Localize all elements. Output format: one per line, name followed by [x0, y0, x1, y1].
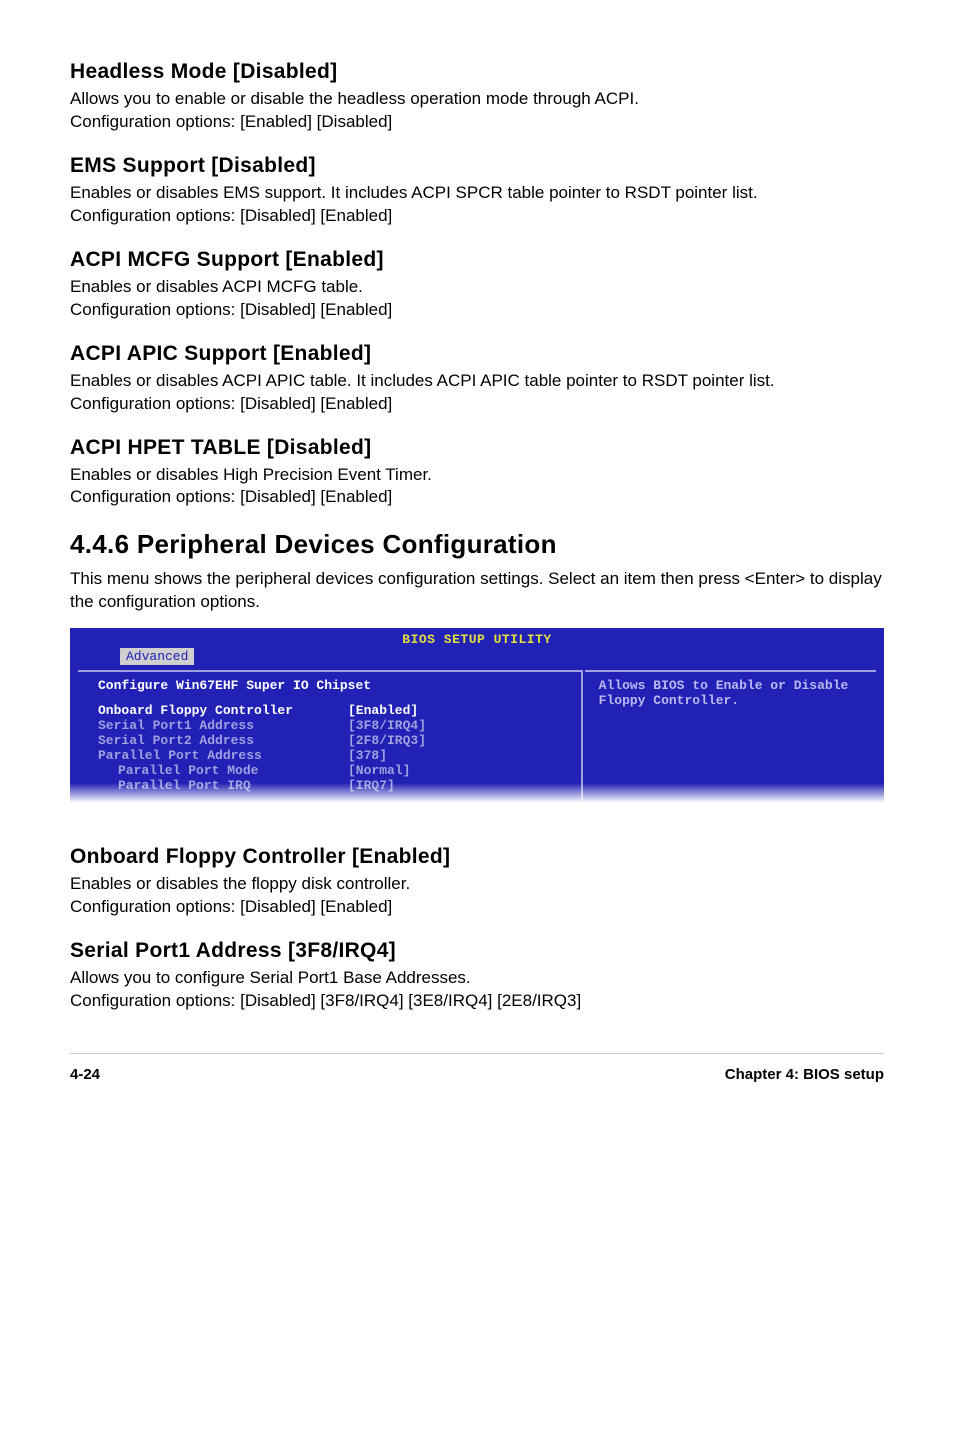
- major-body: This menu shows the peripheral devices c…: [70, 568, 884, 614]
- bios-setting-value: [378]: [348, 748, 387, 763]
- body-line: Configuration options: [Disabled] [Enabl…: [70, 394, 392, 413]
- bios-setting-label: Parallel Port IRQ: [98, 778, 348, 793]
- body-serial1: Allows you to configure Serial Port1 Bas…: [70, 967, 884, 1013]
- bios-setting-label: Parallel Port Address: [98, 748, 348, 763]
- bios-setting-value: [Enabled]: [348, 703, 418, 718]
- heading-mcfg: ACPI MCFG Support [Enabled]: [70, 248, 884, 272]
- section-serial1: Serial Port1 Address [3F8/IRQ4] Allows y…: [70, 939, 884, 1013]
- heading-hpet: ACPI HPET TABLE [Disabled]: [70, 436, 884, 460]
- bios-setting-label: Parallel Port Mode: [98, 763, 348, 778]
- body-line: Enables or disables ACPI MCFG table.: [70, 277, 363, 296]
- bios-tab-row: Advanced: [70, 649, 884, 664]
- major-heading: 4.4.6 Peripheral Devices Configuration: [70, 529, 884, 560]
- bios-setting-label: Serial Port1 Address: [98, 718, 348, 733]
- bios-left-pane: Configure Win67EHF Super IO Chipset Onbo…: [78, 670, 583, 803]
- bios-setting-row[interactable]: Parallel Port Mode[Normal]: [98, 763, 571, 778]
- bios-setting-label: Serial Port2 Address: [98, 733, 348, 748]
- body-line: Configuration options: [Disabled] [Enabl…: [70, 897, 392, 916]
- bios-setting-row[interactable]: Serial Port1 Address[3F8/IRQ4]: [98, 718, 571, 733]
- bios-setting-row[interactable]: Serial Port2 Address[2F8/IRQ3]: [98, 733, 571, 748]
- body-ems: Enables or disables EMS support. It incl…: [70, 182, 884, 228]
- bios-setting-row[interactable]: Parallel Port IRQ[IRQ7]: [98, 778, 571, 793]
- body-line: Enables or disables EMS support. It incl…: [70, 183, 758, 202]
- bios-setting-label: Onboard Floppy Controller: [98, 703, 348, 718]
- section-mcfg: ACPI MCFG Support [Enabled] Enables or d…: [70, 248, 884, 322]
- bios-config-title: Configure Win67EHF Super IO Chipset: [98, 678, 571, 693]
- section-apic: ACPI APIC Support [Enabled] Enables or d…: [70, 342, 884, 416]
- body-headless: Allows you to enable or disable the head…: [70, 88, 884, 134]
- section-hpet: ACPI HPET TABLE [Disabled] Enables or di…: [70, 436, 884, 510]
- body-line: Allows you to configure Serial Port1 Bas…: [70, 968, 471, 987]
- heading-serial1: Serial Port1 Address [3F8/IRQ4]: [70, 939, 884, 963]
- bios-setting-row[interactable]: Parallel Port Address[378]: [98, 748, 571, 763]
- body-hpet: Enables or disables High Precision Event…: [70, 464, 884, 510]
- body-line: Enables or disables ACPI APIC table. It …: [70, 371, 775, 390]
- body-line: Allows you to enable or disable the head…: [70, 89, 639, 108]
- heading-ems: EMS Support [Disabled]: [70, 154, 884, 178]
- footer-chapter: Chapter 4: BIOS setup: [725, 1066, 884, 1083]
- bios-content: Configure Win67EHF Super IO Chipset Onbo…: [70, 664, 884, 805]
- page-footer: 4-24 Chapter 4: BIOS setup: [70, 1053, 884, 1083]
- body-line: Configuration options: [Enabled] [Disabl…: [70, 112, 392, 131]
- body-line: Configuration options: [Disabled] [3F8/I…: [70, 991, 581, 1010]
- body-floppy: Enables or disables the floppy disk cont…: [70, 873, 884, 919]
- section-ems: EMS Support [Disabled] Enables or disabl…: [70, 154, 884, 228]
- section-floppy: Onboard Floppy Controller [Enabled] Enab…: [70, 845, 884, 919]
- bios-title: BIOS SETUP UTILITY: [70, 628, 884, 647]
- body-line: Configuration options: [Disabled] [Enabl…: [70, 206, 392, 225]
- body-apic: Enables or disables ACPI APIC table. It …: [70, 370, 884, 416]
- bios-help-pane: Allows BIOS to Enable or Disable Floppy …: [585, 670, 876, 803]
- footer-page-number: 4-24: [70, 1066, 100, 1083]
- heading-floppy: Onboard Floppy Controller [Enabled]: [70, 845, 884, 869]
- bios-setting-value: [3F8/IRQ4]: [348, 718, 426, 733]
- body-line: Configuration options: [Disabled] [Enabl…: [70, 300, 392, 319]
- body-mcfg: Enables or disables ACPI MCFG table. Con…: [70, 276, 884, 322]
- bios-setting-value: [Normal]: [348, 763, 410, 778]
- bios-panel: BIOS SETUP UTILITY Advanced Configure Wi…: [70, 628, 884, 805]
- section-headless: Headless Mode [Disabled] Allows you to e…: [70, 60, 884, 134]
- body-line: Configuration options: [Disabled] [Enabl…: [70, 487, 392, 506]
- heading-apic: ACPI APIC Support [Enabled]: [70, 342, 884, 366]
- body-line: Enables or disables the floppy disk cont…: [70, 874, 410, 893]
- bios-setting-value: [IRQ7]: [348, 778, 395, 793]
- heading-headless: Headless Mode [Disabled]: [70, 60, 884, 84]
- body-line: Enables or disables High Precision Event…: [70, 465, 432, 484]
- bios-setting-value: [2F8/IRQ3]: [348, 733, 426, 748]
- bios-setting-row[interactable]: Onboard Floppy Controller[Enabled]: [98, 703, 571, 718]
- bios-tab-advanced[interactable]: Advanced: [120, 648, 194, 665]
